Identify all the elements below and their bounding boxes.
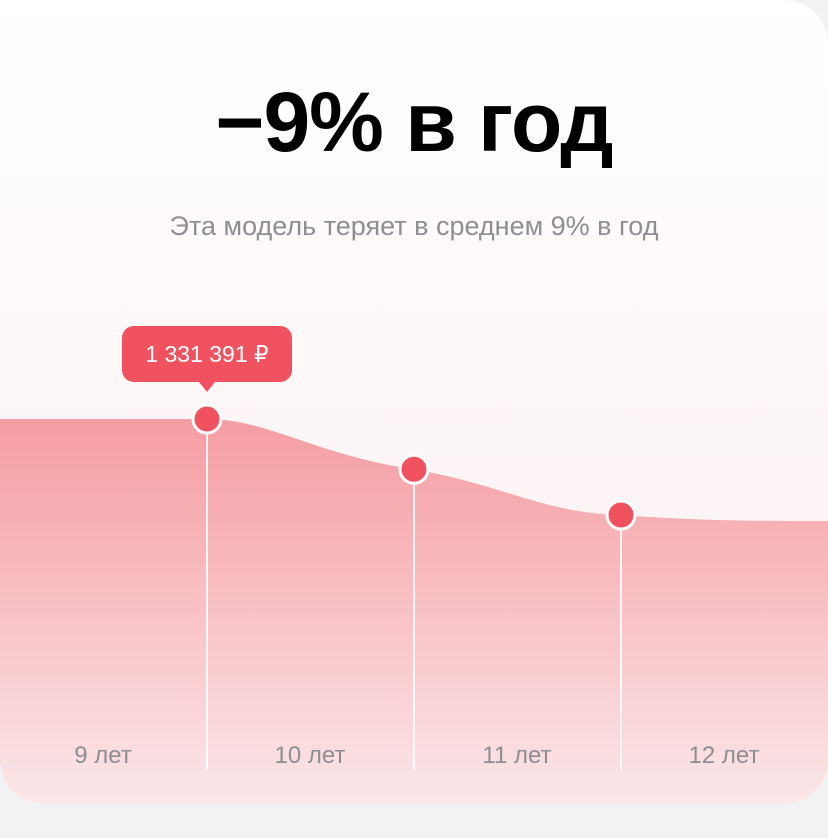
data-point-0[interactable] — [191, 403, 223, 435]
depreciation-card: −9% в год Эта модель теряет в среднем 9%… — [0, 0, 828, 804]
x-label-12: 12 лет — [688, 742, 760, 769]
depreciation-chart — [0, 403, 828, 804]
value-tooltip: 1 331 391 ₽ — [122, 326, 292, 392]
x-label-9: 9 лет — [74, 742, 132, 769]
x-label-11: 11 лет — [482, 742, 552, 769]
x-label-10: 10 лет — [274, 742, 346, 769]
data-point-1[interactable] — [398, 453, 430, 485]
data-point-2[interactable] — [605, 499, 637, 531]
